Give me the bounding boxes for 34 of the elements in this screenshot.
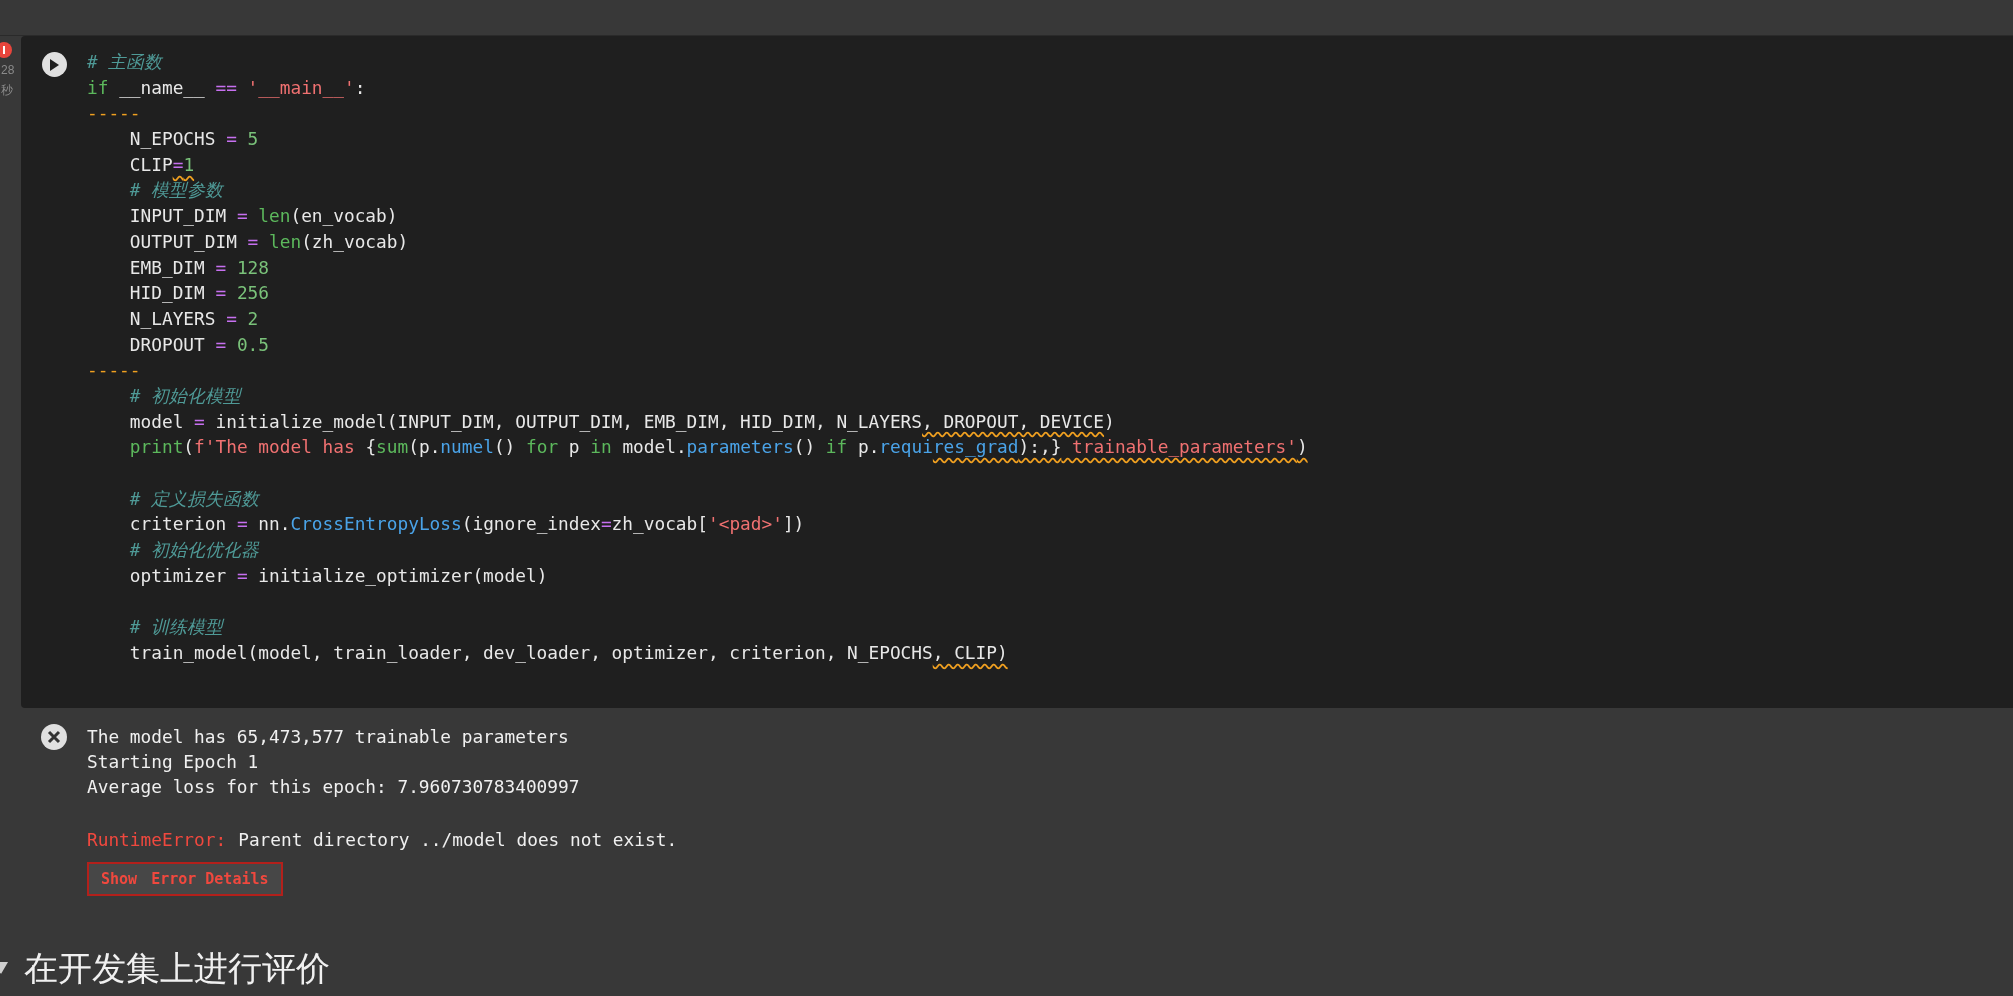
close-icon [40,724,67,750]
show-error-details-button[interactable]: Show Error Details [87,862,283,896]
output-line: Average loss for this epoch: 7.960730783400997 [87,775,581,799]
code-line: optimizer = initialize_optimizer(model) [128,563,549,588]
output-line: Starting Epoch 1 [87,750,260,774]
section-heading: 在开发集上进行评价 [24,948,330,988]
code-line: # 定义损失函数 [128,486,261,511]
code-line: DROPOUT = 0.5 [128,332,270,357]
code-line: N_EPOCHS = 5 [128,127,260,152]
code-line: if __name__ == '__main__': [87,75,367,100]
run-button[interactable] [41,52,67,77]
code-line: # 主函数 [87,50,164,74]
code-line: # 训练模型 [128,615,226,640]
code-line: N_LAYERS = 2 [128,306,260,331]
code-line: OUTPUT_DIM = len(zh_vocab) [128,229,410,254]
code-line: # 模型参数 [128,178,225,203]
code-line: HID_DIM = 256 [128,281,270,306]
code-line: ----- [87,101,142,126]
code-line: criterion = nn.CrossEntropyLoss(ignore_index=zh_vocab['<pad>']) [128,512,806,537]
code-line: # 初始化优化器 [128,538,261,563]
code-line: # 初始化模型 [128,383,244,408]
code-line: ----- [87,358,142,383]
code-line: INPUT_DIM = len(en_vocab) [128,204,399,229]
code-line: EMB_DIM = 128 [128,255,270,280]
error-message: Parent directory ../model does not exist. [238,828,678,852]
play-icon [49,58,59,71]
error-name: RuntimeError: [87,828,227,852]
code-line: train_model(model, train_loader, dev_loader, optimizer, criterion, N_EPOCHS, CLIP) [128,640,1009,665]
execution-time-unit: 秒 [0,82,13,99]
code-line: print(f'The model has {sum(p.numel() for p in model.parameters() if p.requi res_grad):,} trainable_parameters') [128,435,1308,460]
execution-time: 28 [0,62,15,79]
code-line: model = initialize_model(INPUT_DIM, OUTPUT_DIM, EMB_DIM, HID_DIM, N_LAYERS, DROPOUT, DEVICE) [128,409,1116,434]
output-line: The model has 65,473,577 trainable parameters [87,725,570,749]
code-line: CLIP=1 [128,152,196,177]
